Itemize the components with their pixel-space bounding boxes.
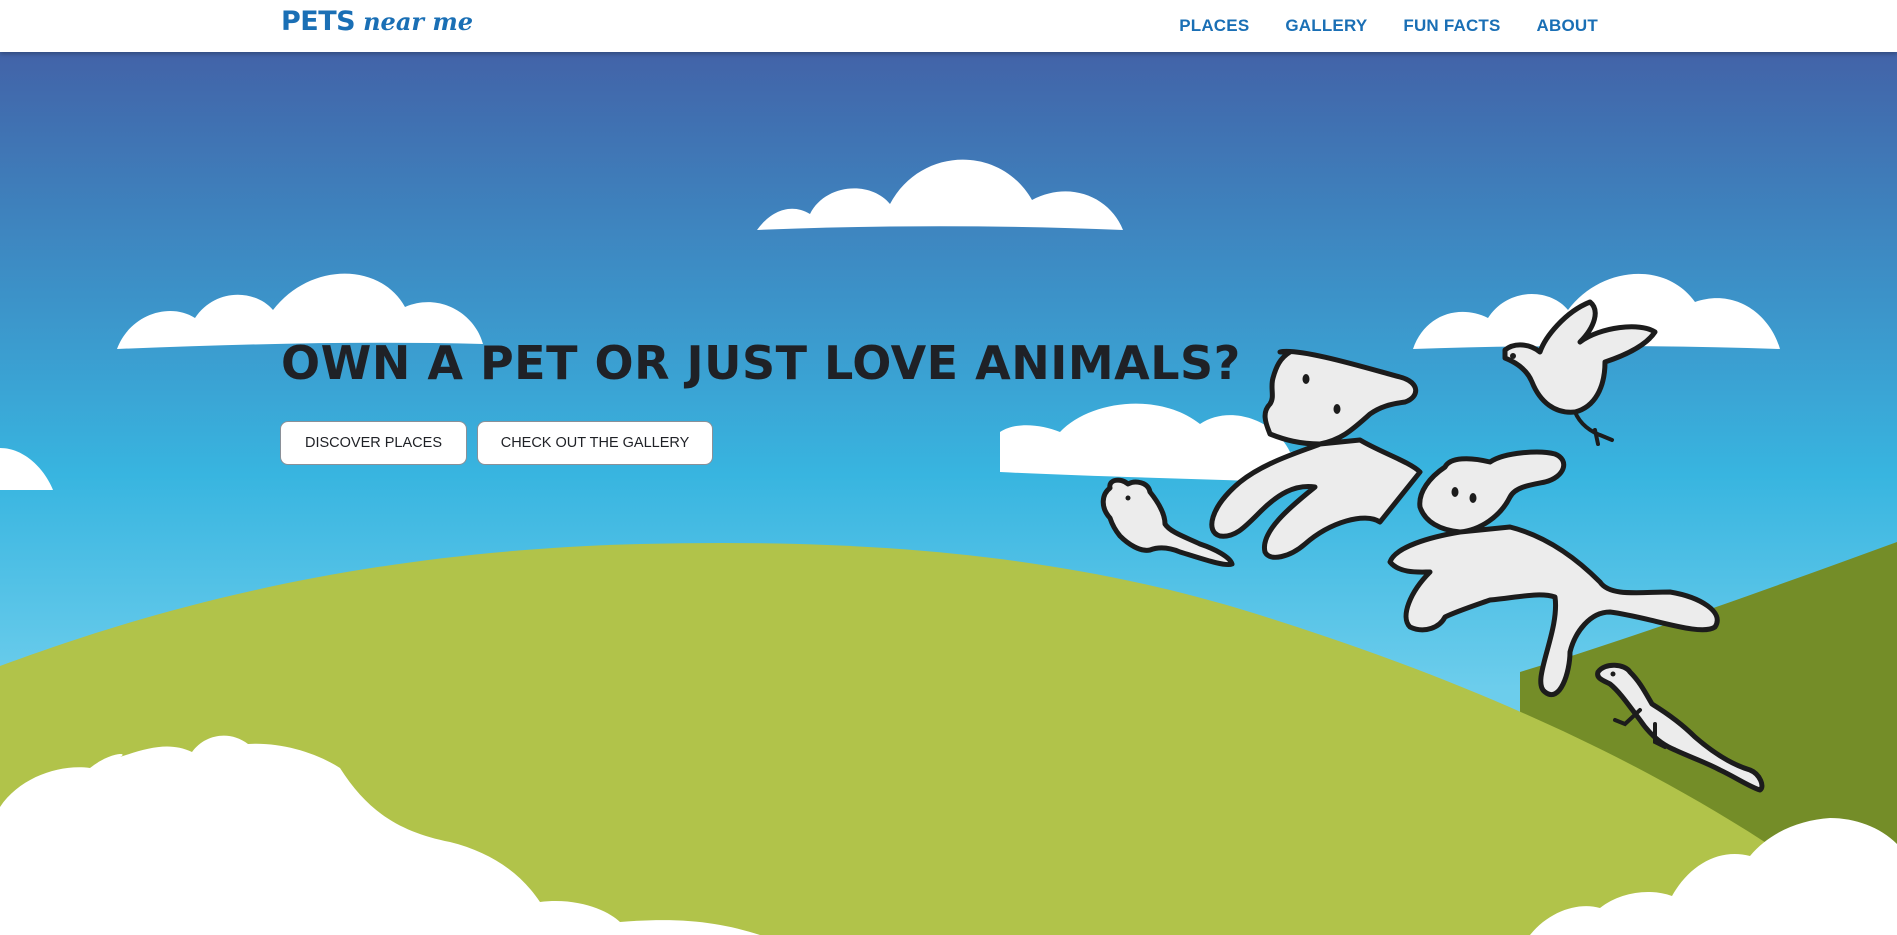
gallery-button[interactable]: CHECK OUT THE GALLERY [477,421,713,465]
hero-illustration [0,52,1897,935]
hero-title: OWN A PET OR JUST LOVE ANIMALS? [281,336,1241,390]
nav-link-fun-facts[interactable]: FUN FACTS [1403,16,1500,36]
main-nav: PLACES GALLERY FUN FACTS ABOUT [1143,0,1598,52]
hero-section: OWN A PET OR JUST LOVE ANIMALS? DISCOVER… [0,52,1897,935]
rabbit-eye [1451,487,1459,497]
nav-link-places[interactable]: PLACES [1179,16,1249,36]
rabbit-eye [1333,404,1341,414]
navbar: PETS near me PLACES GALLERY FUN FACTS AB… [0,0,1897,52]
brand-logo[interactable]: PETS near me [281,6,473,46]
brand-main-text: PETS [281,6,356,37]
mouse-eye [1125,495,1131,501]
lizard-eye [1610,671,1616,677]
discover-places-button[interactable]: DISCOVER PLACES [280,421,467,465]
brand-script-text: near me [363,7,474,36]
bird-eye [1510,353,1516,359]
nav-link-gallery[interactable]: GALLERY [1285,16,1367,36]
rabbit-eye [1469,493,1477,503]
nav-link-about[interactable]: ABOUT [1537,16,1598,36]
rabbit-eye [1302,374,1310,384]
